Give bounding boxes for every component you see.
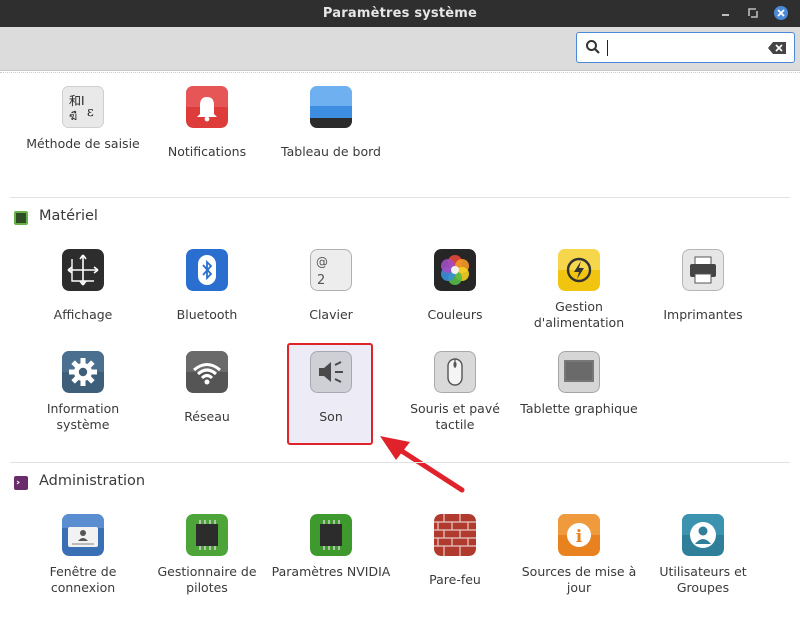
tile-bluetooth[interactable]: Bluetooth: [145, 249, 269, 359]
clear-search-icon[interactable]: [767, 41, 787, 55]
tile-notifications[interactable]: Notifications: [145, 86, 269, 196]
chip-icon: [186, 514, 228, 556]
section-divider: [10, 197, 790, 198]
speaker-icon: [310, 351, 352, 393]
tile-label: Notifications: [167, 144, 247, 159]
svg-text:i: i: [576, 527, 583, 547]
firewall-icon: [434, 514, 476, 556]
window-title: Paramètres système: [322, 6, 478, 21]
tile-label: Tableau de bord: [281, 144, 381, 159]
info-icon: i: [558, 514, 600, 556]
tile-label: Sources de mise à jour: [521, 564, 637, 595]
tile-label: Couleurs: [427, 307, 483, 322]
tile-label: Méthode de saisie: [26, 136, 140, 151]
search-icon: [586, 40, 600, 54]
tile-panel[interactable]: Tableau de bord: [269, 86, 393, 196]
tile-users-groups[interactable]: Utilisateurs et Groupes: [641, 514, 765, 624]
login-window-icon: [62, 514, 104, 556]
color-wheel-icon: [434, 249, 476, 291]
tile-firewall[interactable]: Pare-feu: [393, 514, 517, 624]
toolbar-divider: [0, 71, 800, 73]
nvidia-chip-icon: [310, 514, 352, 556]
tile-label: Fenêtre de connexion: [49, 564, 117, 595]
tile-network[interactable]: Réseau: [145, 351, 269, 461]
tile-system-info[interactable]: Information système: [21, 351, 145, 461]
red-arrow: [380, 436, 465, 493]
gear-icon: [62, 351, 104, 393]
power-icon: [558, 249, 600, 291]
svg-text:ฆื: ฆื: [69, 110, 77, 123]
svg-text:和I: 和I: [69, 94, 85, 108]
tile-label: Pare-feu: [429, 572, 481, 587]
printer-icon: [682, 249, 724, 291]
maximize-button[interactable]: [743, 3, 763, 23]
tile-tablet[interactable]: Tablette graphique: [517, 351, 641, 461]
close-icon: [774, 6, 788, 20]
tile-label: Information système: [46, 401, 120, 432]
minimize-button[interactable]: [716, 3, 736, 23]
input-method-icon: 和I ฆื ε: [62, 86, 104, 128]
tile-label: Réseau: [184, 409, 230, 424]
administration-section-icon: [14, 476, 28, 490]
tile-input-method[interactable]: 和I ฆื ε Méthode de saisie: [21, 86, 145, 196]
display-icon: [62, 249, 104, 291]
section-title: Administration: [39, 473, 146, 489]
tile-label: Tablette graphique: [520, 401, 638, 416]
keyboard-icon: @2: [310, 249, 352, 291]
tile-power[interactable]: Gestion d'alimentation: [517, 249, 641, 359]
bluetooth-icon: [186, 249, 228, 291]
mouse-icon: [434, 351, 476, 393]
tile-label: Gestion d'alimentation: [533, 299, 625, 330]
search-box[interactable]: [576, 32, 795, 63]
hardware-section-icon: [14, 211, 28, 225]
tile-label: Gestionnaire de pilotes: [157, 564, 257, 595]
close-button[interactable]: [771, 3, 791, 23]
tablet-icon: [558, 351, 600, 393]
tile-label: Paramètres NVIDIA: [271, 564, 391, 579]
text-caret: [607, 40, 608, 56]
tile-software-sources[interactable]: i Sources de mise à jour: [517, 514, 641, 624]
svg-text:ε: ε: [87, 105, 94, 120]
wifi-icon: [186, 351, 228, 393]
panel-icon: [310, 86, 352, 128]
tile-label: Clavier: [309, 307, 353, 322]
minimize-icon: [722, 14, 729, 16]
tile-display[interactable]: Affichage: [21, 249, 145, 359]
bell-icon: [186, 86, 228, 128]
tile-printers[interactable]: Imprimantes: [641, 249, 765, 359]
section-title: Matériel: [39, 208, 98, 224]
title-bar: Paramètres système: [0, 0, 800, 27]
svg-text:@: @: [316, 255, 328, 269]
tile-driver-manager[interactable]: Gestionnaire de pilotes: [145, 514, 269, 624]
tile-label: Bluetooth: [176, 307, 238, 322]
tile-login-window[interactable]: Fenêtre de connexion: [21, 514, 145, 624]
tile-label: Affichage: [53, 307, 113, 322]
maximize-icon: [748, 8, 758, 18]
section-divider: [10, 462, 790, 463]
svg-text:2: 2: [317, 273, 325, 288]
tile-label: Utilisateurs et Groupes: [659, 564, 747, 595]
users-icon: [682, 514, 724, 556]
tile-colors[interactable]: Couleurs: [393, 249, 517, 359]
tile-label: Imprimantes: [663, 307, 743, 322]
tile-nvidia-settings[interactable]: Paramètres NVIDIA: [269, 514, 393, 624]
search-input[interactable]: [609, 37, 759, 59]
